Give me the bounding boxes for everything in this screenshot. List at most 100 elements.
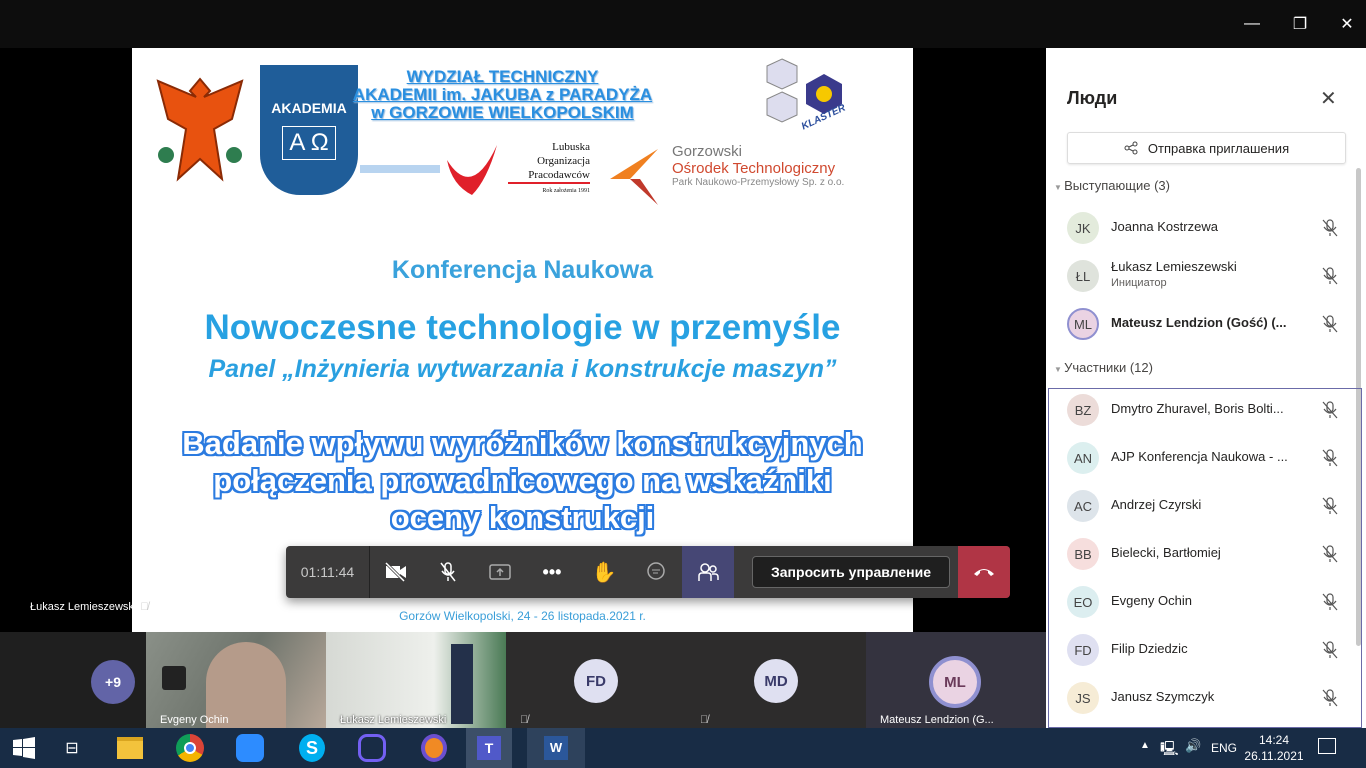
close-window-button[interactable]: ✕ <box>1324 0 1366 48</box>
skype-icon[interactable]: S <box>288 728 336 768</box>
zoom-icon[interactable] <box>226 728 274 768</box>
avatar: ŁL <box>1067 260 1099 292</box>
participant-name: Filip Dziedzic <box>1111 641 1188 656</box>
participant-name: Andrzej Czyrski <box>1111 497 1202 512</box>
lop-logo: Lubuska Organizacja Pracodawców Rok zało… <box>442 136 592 206</box>
call-toolbar: 01:11:44 ••• ✋ Запросить управление <box>286 546 1010 598</box>
participant-row[interactable]: FD Filip Dziedzic <box>1046 626 1356 674</box>
avatar: FD <box>574 659 618 703</box>
avatar: BZ <box>1067 394 1099 426</box>
klaster-logo: KLASTER <box>762 54 862 134</box>
phone-hangup-icon <box>974 569 994 576</box>
chat-button[interactable] <box>630 546 682 598</box>
word-icon[interactable]: W <box>527 728 585 768</box>
presentation-title: Nowoczesne technologie w przemyśle <box>204 308 841 347</box>
vpn-icon[interactable] <box>410 728 458 768</box>
participant-row[interactable]: JS Janusz Szymczyk <box>1046 674 1356 722</box>
share-screen-button[interactable] <box>474 546 526 598</box>
more-participants-button[interactable]: +9 <box>91 660 135 704</box>
minimize-button[interactable]: — <box>1229 0 1275 48</box>
participant-name: AJP Konferencja Naukowa - ... <box>1111 449 1288 464</box>
participant-name: Evgeny Ochin <box>1111 593 1192 608</box>
viber-icon[interactable] <box>348 728 396 768</box>
got-logo-text: Gorzowski <box>672 143 743 160</box>
people-panel: Люди ✕ Отправка приглашения ▼ Выступающи… <box>1046 48 1366 728</box>
section-header: Участники (12) <box>1064 360 1153 375</box>
presenters-section-toggle[interactable]: ▼ Выступающие (3) <box>1054 178 1170 193</box>
talk-title-line: Badanie wpływu wyróżników konstrukcyjnyc… <box>182 426 863 461</box>
clock-time: 14:24 <box>1258 733 1290 747</box>
panel-title: Panel „Inżynieria wytwarzania i konstruk… <box>208 355 837 383</box>
participant-name: Bielecki, Bartłomiej <box>1111 545 1221 560</box>
file-explorer-icon[interactable] <box>106 728 154 768</box>
lop-logo-year: Rok założenia 1991 <box>508 182 590 198</box>
participant-name: Łukasz Lemieszewski <box>1111 259 1237 274</box>
raise-hand-button[interactable]: ✋ <box>578 546 630 598</box>
participant-row[interactable]: BB Bielecki, Bartłomiej <box>1046 530 1356 578</box>
camera-off-button[interactable] <box>370 546 422 598</box>
participant-video <box>451 644 473 724</box>
close-panel-button[interactable]: ✕ <box>1320 86 1337 111</box>
mic-off-icon <box>1321 448 1339 468</box>
participant-name: Janusz Szymczyk <box>1111 689 1215 704</box>
teams-icon[interactable]: T <box>466 728 512 768</box>
section-header: Выступающие (3) <box>1064 178 1170 193</box>
mic-off-icon: 🎙̸ <box>140 601 149 613</box>
request-control-button[interactable]: Запросить управление <box>752 556 951 588</box>
invite-label: Отправка приглашения <box>1147 140 1290 156</box>
video-tile[interactable]: FD 🎙̸ <box>506 632 686 728</box>
more-options-button[interactable]: ••• <box>526 546 578 598</box>
video-tile[interactable]: ML Mateusz Lendzion (G... <box>866 632 1046 728</box>
start-button[interactable] <box>0 728 48 768</box>
restore-button[interactable]: ❐ <box>1277 0 1323 48</box>
mic-off-icon <box>1321 592 1339 612</box>
title-bar: — ❐ ✕ <box>0 0 1366 48</box>
avatar: BB <box>1067 538 1099 570</box>
got-logo-text: Ośrodek Technologiczny <box>672 160 836 177</box>
video-tile[interactable]: Łukasz Lemieszewski <box>326 632 506 728</box>
mic-off-icon <box>1321 640 1339 660</box>
mic-off-icon <box>1321 496 1339 516</box>
divider <box>360 165 440 173</box>
participant-row[interactable]: AN AJP Konferencja Naukowa - ... <box>1046 434 1356 482</box>
mic-off-icon <box>1321 266 1339 286</box>
avatar: JS <box>1067 682 1099 714</box>
participant-row[interactable]: JK Joanna Kostrzewa <box>1046 204 1356 252</box>
chrome-icon[interactable] <box>166 728 214 768</box>
clock[interactable]: 14:24 26.11.2021 <box>1244 732 1304 764</box>
video-tile[interactable]: MD 🎙̸ <box>686 632 866 728</box>
attendees-section-toggle[interactable]: ▼ Участники (12) <box>1054 360 1153 375</box>
participant-row[interactable]: EO Evgeny Ochin <box>1046 578 1356 626</box>
mic-off-icon <box>1321 314 1339 334</box>
slide-footer: Gorzów Wielkopolski, 24 - 26 listopada.2… <box>399 609 646 623</box>
taskbar: ⊟ S T W ▲ 🖳 🔊 ENG 14:24 26.11.2021 <box>0 728 1366 768</box>
clock-date: 26.11.2021 <box>1244 749 1304 763</box>
presenter-name: Łukasz Lemieszewski <box>30 601 137 613</box>
mic-off-button[interactable] <box>422 546 474 598</box>
participant-row[interactable]: AC Andrzej Czyrski <box>1046 482 1356 530</box>
talk-title: Badanie wpływu wyróżników konstrukcyjnyc… <box>132 425 913 536</box>
avatar: ML <box>929 656 981 708</box>
lop-logo-text: Pracodawców <box>528 169 590 181</box>
tile-name: Mateusz Lendzion (G... <box>880 714 994 726</box>
action-center-icon[interactable] <box>1318 738 1336 754</box>
share-icon <box>1124 141 1138 155</box>
mic-off-icon <box>1321 688 1339 708</box>
participant-row[interactable]: ŁL Łukasz Lemieszewski Инициатор <box>1046 252 1356 300</box>
avatar: AN <box>1067 442 1099 474</box>
tile-name: Łukasz Lemieszewski <box>340 714 447 726</box>
show-hidden-icons[interactable]: ▲ <box>1140 740 1150 751</box>
participant-row[interactable]: BZ Dmytro Zhuravel, Boris Bolti... <box>1046 386 1356 434</box>
participants-button[interactable] <box>682 546 734 598</box>
got-logo-text: Park Naukowo-Przemysłowy Sp. z o.o. <box>672 177 845 188</box>
participant-row[interactable]: ML Mateusz Lendzion (Gość) (... <box>1046 300 1356 348</box>
network-icon[interactable]: 🖳 <box>1160 738 1179 762</box>
task-view-icon[interactable]: ⊟ <box>48 728 96 768</box>
wall-object <box>162 666 186 690</box>
volume-icon[interactable]: 🔊 <box>1185 738 1201 754</box>
hang-up-button[interactable] <box>958 546 1010 598</box>
participant-name: Joanna Kostrzewa <box>1111 219 1218 234</box>
video-tile[interactable]: Evgeny Ochin <box>146 632 326 728</box>
invite-button[interactable]: Отправка приглашения <box>1067 132 1346 164</box>
language-indicator[interactable]: ENG <box>1211 741 1237 755</box>
